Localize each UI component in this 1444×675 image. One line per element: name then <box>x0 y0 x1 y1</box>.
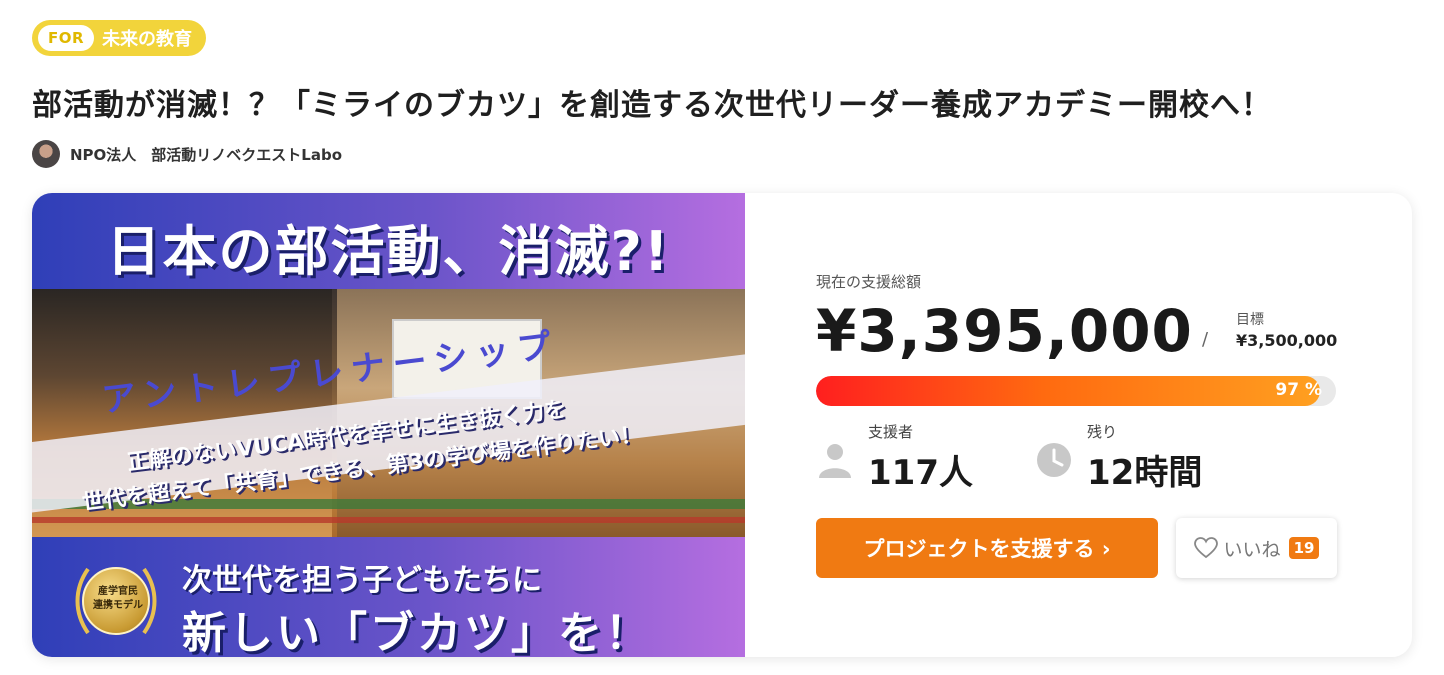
progress-bar-fill <box>816 376 1321 406</box>
heart-icon <box>1193 537 1218 559</box>
supporters-value: 117人 <box>868 453 973 493</box>
total-amount: ¥3,395,000 <box>816 297 1193 365</box>
medal-line-2: 連携モデル <box>93 600 143 611</box>
hero-bottom-line-2: 新しい「ブカツ」を！ <box>182 608 652 657</box>
hero-bottom-line-1: 次世代を担う子どもたちに <box>182 563 542 598</box>
like-count-badge: 19 <box>1288 537 1320 559</box>
like-label: いいね <box>1223 538 1281 561</box>
person-icon <box>819 444 851 478</box>
tag-prefix: FOR <box>38 25 95 51</box>
total-label: 現在の支援総額 <box>816 273 922 291</box>
project-title: 部活動が消滅！？「ミライのブカツ」を創造する次世代リーダー養成アカデミー開校へ！ <box>32 88 1272 123</box>
clock-icon <box>1037 443 1071 477</box>
medal-badge: 産学官民 連携モデル <box>68 553 164 649</box>
remaining-value: 12時間 <box>1087 453 1203 493</box>
progress-bar: 97 % <box>816 376 1336 406</box>
medal-disc: 産学官民 連携モデル <box>82 567 150 635</box>
tag-label: 未来の教育 <box>102 29 193 50</box>
amount-separator: / <box>1202 329 1209 350</box>
floor-line-red <box>32 517 745 523</box>
supporters-label: 支援者 <box>868 423 914 441</box>
project-hero-image: 日本の部活動、消滅?! アントレプレナーシップ 正解のないVUCA時代を幸せに生… <box>32 193 745 657</box>
goal-amount: ¥3,500,000 <box>1236 331 1338 350</box>
like-button[interactable]: いいね 19 <box>1176 518 1337 578</box>
remaining-label: 残り <box>1087 423 1118 441</box>
owner-avatar[interactable] <box>32 140 60 168</box>
medal-line-1: 産学官民 <box>98 586 138 597</box>
project-owner[interactable]: NPO法人 部活動リノベクエストLabo <box>32 140 342 168</box>
progress-percent: 97 % <box>1275 380 1322 400</box>
funding-panel: 現在の支援総額 ¥3,395,000 / 目標 ¥3,500,000 97 % … <box>745 193 1412 657</box>
project-card: 日本の部活動、消滅?! アントレプレナーシップ 正解のないVUCA時代を幸せに生… <box>32 193 1412 657</box>
category-tag[interactable]: FOR 未来の教育 <box>32 20 207 56</box>
support-project-button[interactable]: プロジェクトを支援する › <box>816 518 1158 578</box>
hero-headline: 日本の部活動、消滅?! <box>106 220 671 283</box>
owner-name[interactable]: NPO法人 部活動リノベクエストLabo <box>70 144 342 165</box>
goal-label: 目標 <box>1236 312 1264 328</box>
